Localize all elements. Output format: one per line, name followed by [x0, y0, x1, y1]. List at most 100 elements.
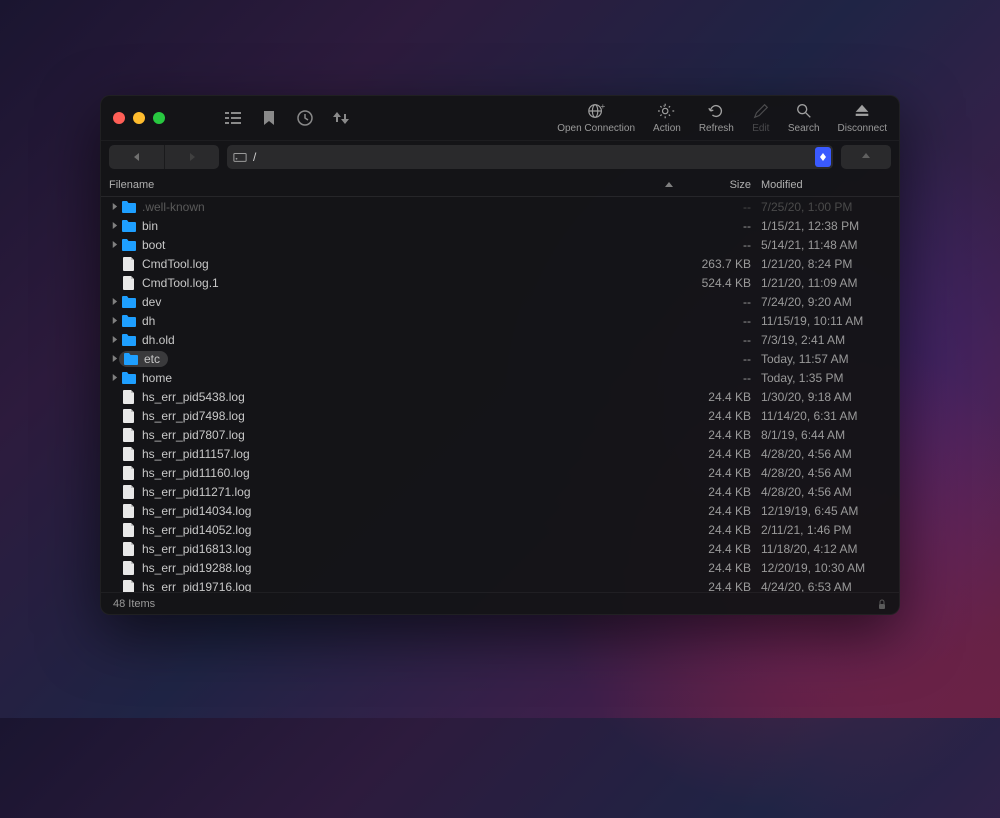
disclosure-triangle[interactable]	[109, 222, 119, 229]
forward-button[interactable]	[164, 145, 219, 169]
file-row[interactable]: hs_err_pid19288.log24.4 KB12/20/19, 10:3…	[101, 558, 899, 577]
eject-icon	[853, 102, 871, 120]
disclosure-triangle[interactable]	[109, 336, 119, 343]
back-button[interactable]	[109, 145, 164, 169]
file-size: --	[681, 238, 761, 252]
up-button[interactable]	[841, 145, 891, 169]
disclosure-triangle[interactable]	[109, 317, 119, 324]
file-row[interactable]: dh--11/15/19, 10:11 AM	[101, 311, 899, 330]
file-row[interactable]: etc --Today, 11:57 AM	[101, 349, 899, 368]
file-name: hs_err_pid14052.log	[142, 523, 251, 537]
file-modified: 11/14/20, 6:31 AM	[761, 409, 891, 423]
disclosure-triangle[interactable]	[109, 203, 119, 210]
titlebar: + Open Connection Action Refresh Edit Se…	[101, 96, 899, 141]
file-row[interactable]: .well-known--7/25/20, 1:00 PM	[101, 197, 899, 216]
action-button[interactable]: Action	[653, 102, 681, 134]
file-modified: 11/15/19, 10:11 AM	[761, 314, 891, 328]
file-name: .well-known	[142, 200, 205, 214]
column-headers: Filename Size Modified	[101, 173, 899, 197]
file-modified: Today, 1:35 PM	[761, 371, 891, 385]
file-name: hs_err_pid16813.log	[142, 542, 251, 556]
file-row[interactable]: hs_err_pid16813.log24.4 KB11/18/20, 4:12…	[101, 539, 899, 558]
file-modified: 2/11/21, 1:46 PM	[761, 523, 891, 537]
file-list[interactable]: .well-known--7/25/20, 1:00 PMbin--1/15/2…	[101, 197, 899, 592]
bookmarks-icon[interactable]	[261, 110, 277, 126]
file-row[interactable]: CmdTool.log.1524.4 KB1/21/20, 11:09 AM	[101, 273, 899, 292]
column-filename[interactable]: Filename	[109, 179, 681, 191]
disconnect-label: Disconnect	[838, 123, 887, 134]
drive-icon	[233, 150, 247, 164]
file-name: hs_err_pid7807.log	[142, 428, 245, 442]
file-size: 24.4 KB	[681, 409, 761, 423]
maximize-button[interactable]	[153, 112, 165, 124]
file-row[interactable]: hs_err_pid14034.log24.4 KB12/19/19, 6:45…	[101, 501, 899, 520]
file-row[interactable]: hs_err_pid14052.log24.4 KB2/11/21, 1:46 …	[101, 520, 899, 539]
file-size: 24.4 KB	[681, 428, 761, 442]
transfers-icon[interactable]	[333, 110, 349, 126]
file-size: --	[681, 219, 761, 233]
file-row[interactable]: hs_err_pid19716.log24.4 KB4/24/20, 6:53 …	[101, 577, 899, 592]
pencil-icon	[752, 102, 770, 120]
file-name: hs_err_pid11271.log	[142, 485, 251, 499]
file-name: dh.old	[142, 333, 175, 347]
disclosure-triangle[interactable]	[109, 374, 119, 381]
action-label: Action	[653, 123, 681, 134]
file-row[interactable]: hs_err_pid11160.log24.4 KB4/28/20, 4:56 …	[101, 463, 899, 482]
path-text: /	[253, 150, 256, 164]
file-modified: 7/24/20, 9:20 AM	[761, 295, 891, 309]
globe-icon: +	[587, 102, 605, 120]
navbar: /	[101, 141, 899, 173]
file-size: --	[681, 295, 761, 309]
file-size: --	[681, 352, 761, 366]
file-row[interactable]: bin --1/15/21, 12:38 PM	[101, 216, 899, 235]
file-modified: 1/21/20, 8:24 PM	[761, 257, 891, 271]
disconnect-button[interactable]: Disconnect	[838, 102, 887, 134]
file-modified: 1/30/20, 9:18 AM	[761, 390, 891, 404]
close-button[interactable]	[113, 112, 125, 124]
file-name: hs_err_pid7498.log	[142, 409, 245, 423]
item-count: 48 Items	[113, 598, 155, 610]
refresh-button[interactable]: Refresh	[699, 102, 734, 134]
file-modified: 5/14/21, 11:48 AM	[761, 238, 891, 252]
window-controls	[113, 112, 165, 124]
file-row[interactable]: dev --7/24/20, 9:20 AM	[101, 292, 899, 311]
file-name: hs_err_pid11160.log	[142, 466, 250, 480]
file-modified: 7/3/19, 2:41 AM	[761, 333, 891, 347]
file-row[interactable]: hs_err_pid11271.log24.4 KB4/28/20, 4:56 …	[101, 482, 899, 501]
file-row[interactable]: dh.old--7/3/19, 2:41 AM	[101, 330, 899, 349]
file-modified: 7/25/20, 1:00 PM	[761, 200, 891, 214]
refresh-icon	[707, 102, 725, 120]
file-row[interactable]: hs_err_pid7498.log 24.4 KB11/14/20, 6:31 …	[101, 406, 899, 425]
search-button[interactable]: Search	[788, 102, 820, 134]
toolbar-right: + Open Connection Action Refresh Edit Se…	[557, 102, 887, 134]
outline-view-icon[interactable]	[225, 110, 241, 126]
file-size: 24.4 KB	[681, 485, 761, 499]
file-size: 263.7 KB	[681, 257, 761, 271]
history-icon[interactable]	[297, 110, 313, 126]
open-connection-label: Open Connection	[557, 123, 635, 134]
open-connection-button[interactable]: + Open Connection	[557, 102, 635, 134]
disclosure-triangle[interactable]	[109, 298, 119, 305]
disclosure-triangle[interactable]	[109, 241, 119, 248]
file-modified: 4/28/20, 4:56 AM	[761, 466, 891, 480]
file-row[interactable]: hs_err_pid7807.log24.4 KB8/1/19, 6:44 AM	[101, 425, 899, 444]
file-row[interactable]: hs_err_pid11157.log24.4 KB4/28/20, 4:56 …	[101, 444, 899, 463]
disclosure-triangle[interactable]	[109, 355, 119, 362]
column-modified[interactable]: Modified	[761, 179, 891, 191]
minimize-button[interactable]	[133, 112, 145, 124]
file-modified: 11/18/20, 4:12 AM	[761, 542, 891, 556]
file-row[interactable]: hs_err_pid5438.log24.4 KB1/30/20, 9:18 A…	[101, 387, 899, 406]
file-modified: Today, 11:57 AM	[761, 352, 891, 366]
file-name: CmdTool.log	[142, 257, 209, 271]
file-row[interactable]: home--Today, 1:35 PM	[101, 368, 899, 387]
search-icon	[795, 102, 813, 120]
column-size[interactable]: Size	[681, 179, 761, 191]
file-name: bin	[142, 219, 158, 233]
file-modified: 1/15/21, 12:38 PM	[761, 219, 891, 233]
file-name: etc	[144, 352, 160, 366]
file-name: dev	[142, 295, 161, 309]
file-row[interactable]: boot--5/14/21, 11:48 AM	[101, 235, 899, 254]
file-row[interactable]: CmdTool.log 263.7 KB1/21/20, 8:24 PM	[101, 254, 899, 273]
path-dropdown[interactable]	[815, 147, 831, 167]
path-bar[interactable]: /	[227, 145, 833, 169]
